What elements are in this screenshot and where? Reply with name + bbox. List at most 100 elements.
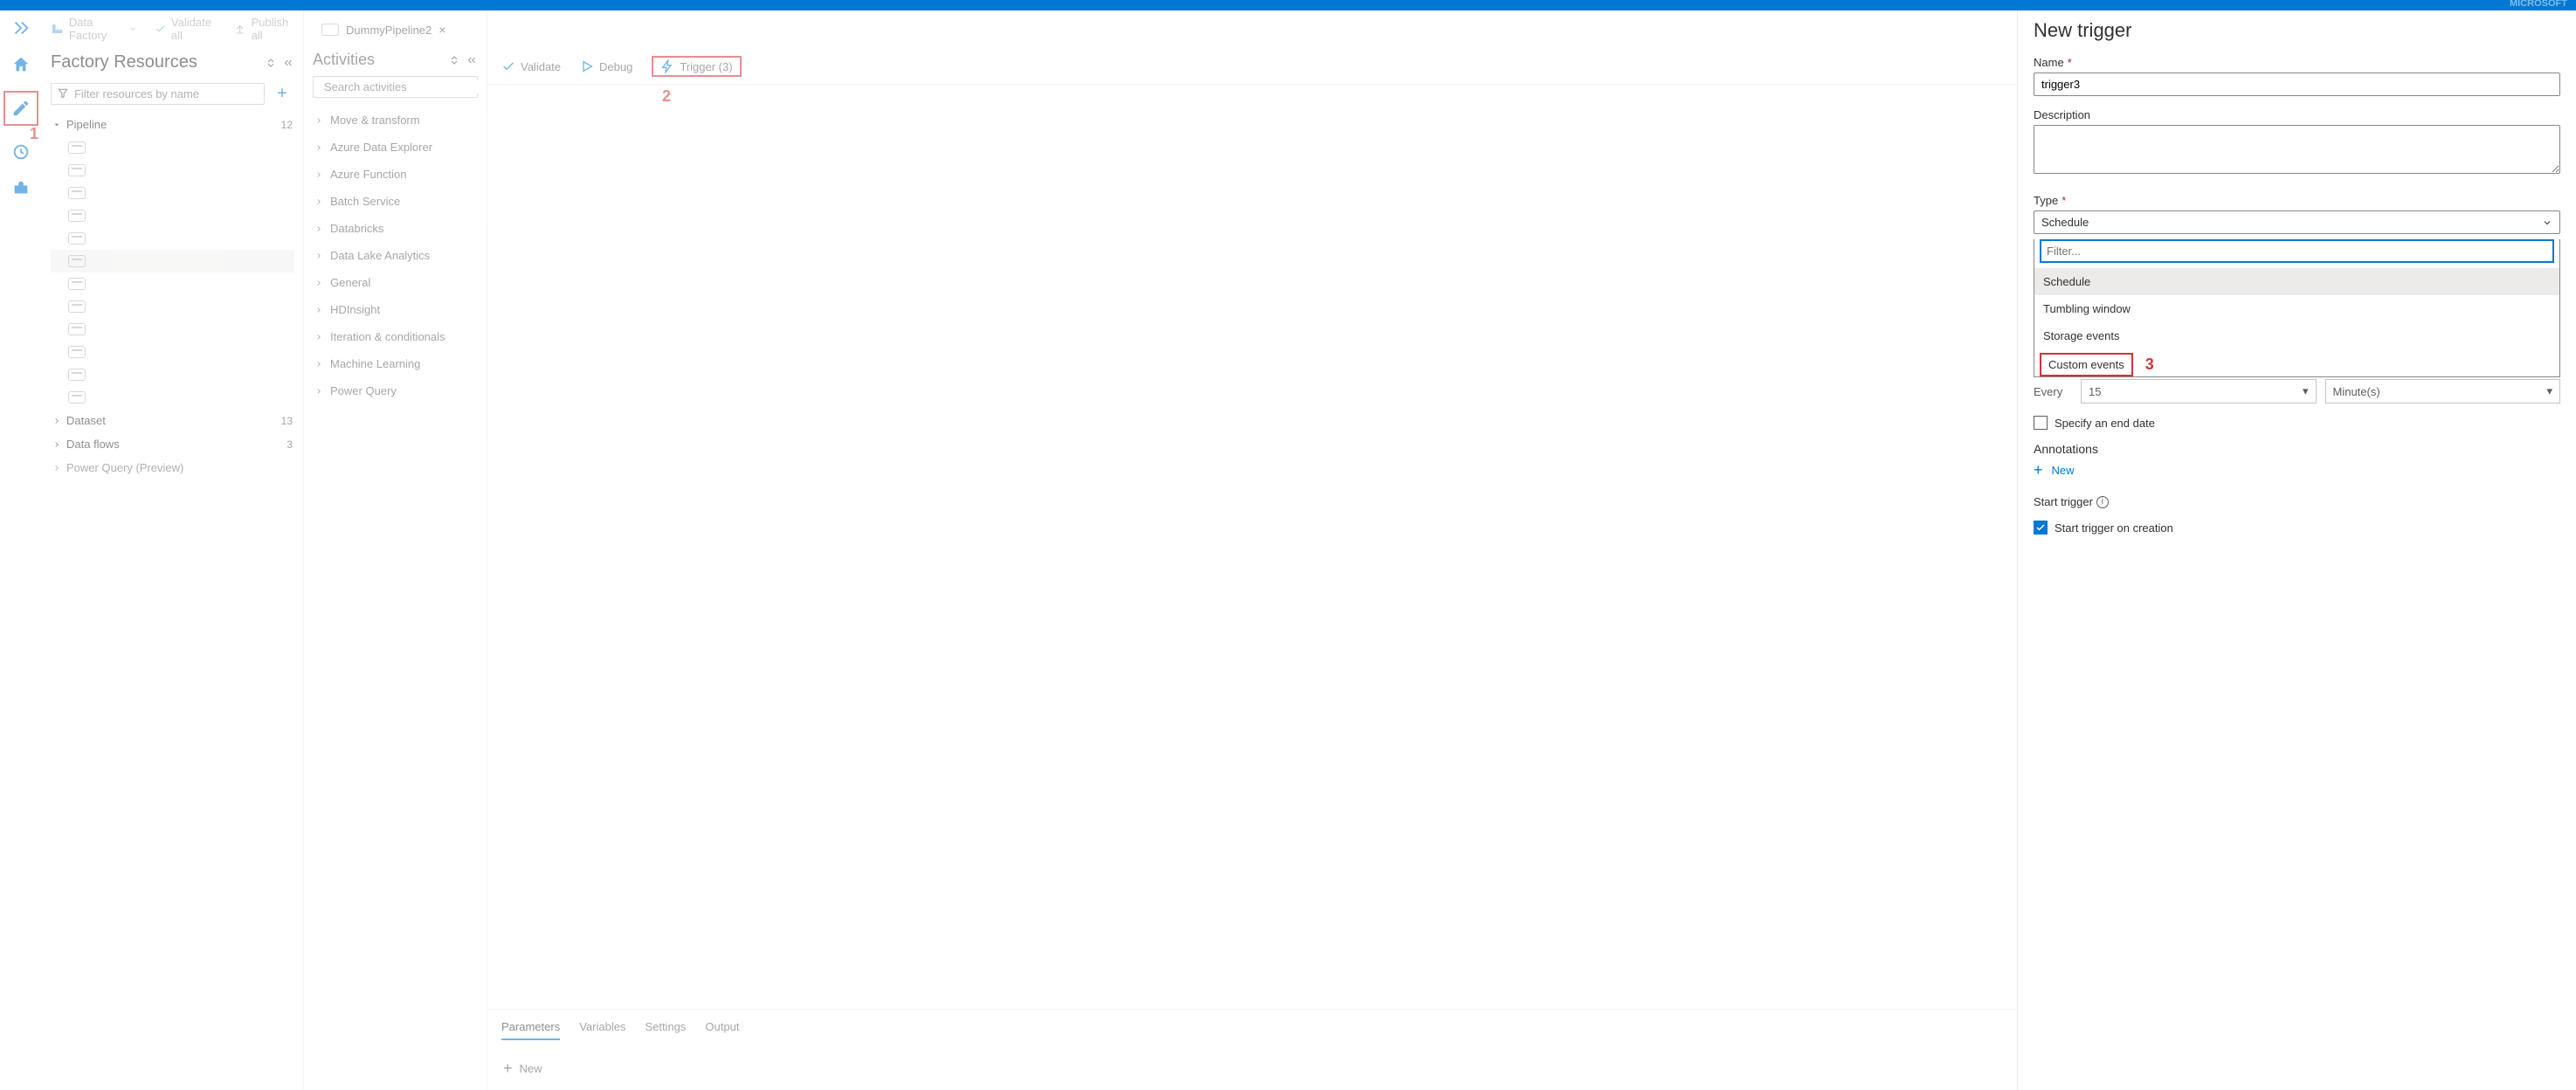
dataset-tree-head[interactable]: Dataset 13 <box>51 409 294 432</box>
tab-parameters[interactable]: Parameters <box>501 1020 560 1040</box>
every-value-input[interactable]: 15▾ <box>2081 379 2317 404</box>
every-label: Every <box>2034 385 2072 398</box>
new-annotation-button[interactable]: +New <box>2034 461 2560 479</box>
tab-close-button[interactable]: × <box>439 23 445 37</box>
dropdown-item-tumbling[interactable]: Tumbling window <box>2034 295 2559 322</box>
info-icon[interactable]: i <box>2096 496 2109 508</box>
collapse-updown-icon[interactable] <box>265 57 277 69</box>
pipeline-icon <box>68 255 86 267</box>
activity-label: Azure Function <box>330 168 406 181</box>
list-item[interactable] <box>51 272 294 295</box>
new-trigger-pane: New trigger Name* Description Type* Sche… <box>2017 10 2576 1090</box>
tab-variables[interactable]: Variables <box>579 1020 625 1040</box>
list-item[interactable] <box>51 341 294 363</box>
chevron-down-icon: ▾ <box>2546 384 2552 398</box>
list-item[interactable] <box>51 159 294 182</box>
breadcrumb-label: Data Factory <box>69 16 123 42</box>
pipeline-tab[interactable]: DummyPipeline2 × <box>313 19 454 40</box>
powerquery-tree-head[interactable]: Power Query (Preview) <box>51 456 294 479</box>
breadcrumb[interactable]: Data Factory <box>51 16 137 42</box>
activity-group[interactable]: Azure Data Explorer <box>313 134 478 161</box>
activity-group[interactable]: Batch Service <box>313 188 478 215</box>
home-icon[interactable] <box>10 54 31 75</box>
add-resource-button[interactable]: + <box>270 81 294 106</box>
activity-group[interactable]: Machine Learning <box>313 350 478 377</box>
activity-label: Azure Data Explorer <box>330 141 432 154</box>
trigger-name-input[interactable] <box>2034 72 2560 96</box>
dataflows-tree-head[interactable]: Data flows 3 <box>51 432 294 456</box>
list-item[interactable] <box>51 182 294 204</box>
dataset-label: Dataset <box>66 414 106 427</box>
dropdown-filter-input[interactable] <box>2040 239 2554 263</box>
filter-icon <box>57 87 69 100</box>
list-item[interactable] <box>51 318 294 341</box>
activity-group[interactable]: Move & transform <box>313 107 478 134</box>
activity-label: Iteration & conditionals <box>330 330 445 343</box>
activity-label: HDInsight <box>330 303 380 316</box>
list-item[interactable] <box>51 363 294 386</box>
dataflows-label: Data flows <box>66 438 120 451</box>
every-unit-select[interactable]: Minute(s)▾ <box>2325 379 2561 404</box>
list-item[interactable] <box>51 204 294 227</box>
activity-group[interactable]: Iteration & conditionals <box>313 323 478 350</box>
tab-settings[interactable]: Settings <box>645 1020 686 1040</box>
activity-group[interactable]: Azure Function <box>313 161 478 188</box>
pipeline-icon <box>68 346 86 358</box>
list-item[interactable] <box>51 136 294 159</box>
caret-right-icon <box>314 279 323 287</box>
activity-group[interactable]: HDInsight <box>313 296 478 323</box>
list-item[interactable] <box>51 295 294 318</box>
new-parameter-button[interactable]: +New <box>501 1047 2003 1090</box>
activity-group[interactable]: Power Query <box>313 377 478 404</box>
debug-button[interactable]: Debug <box>580 59 632 73</box>
pipeline-icon <box>68 164 86 176</box>
dropdown-item-schedule[interactable]: Schedule <box>2034 268 2559 295</box>
new-label: New <box>520 1062 542 1075</box>
pencil-icon[interactable] <box>10 98 31 119</box>
caret-down-icon <box>52 121 61 129</box>
tab-output[interactable]: Output <box>705 1020 739 1040</box>
activity-label: Databricks <box>330 222 383 235</box>
collapse-updown-icon[interactable] <box>448 54 460 66</box>
publish-all-button[interactable]: Publish all <box>234 16 294 42</box>
list-item[interactable] <box>51 250 294 272</box>
pipeline-icon <box>68 187 86 199</box>
start-trigger-label: Start trigger <box>2034 495 2093 508</box>
callout-2: 2 <box>662 87 671 106</box>
trigger-button[interactable]: Trigger (3) <box>660 59 732 73</box>
pipeline-tree-head[interactable]: Pipeline 12 <box>51 113 294 136</box>
pipeline-icon <box>68 278 86 290</box>
toolbox-icon[interactable] <box>10 178 31 199</box>
name-label: Name <box>2034 56 2064 69</box>
type-select[interactable]: Schedule <box>2034 210 2560 234</box>
activity-label: Data Lake Analytics <box>330 249 430 262</box>
search-activities-input[interactable] <box>313 76 478 98</box>
filter-resources-input[interactable] <box>51 83 265 105</box>
caret-right-icon <box>314 360 323 369</box>
dropdown-item-storage[interactable]: Storage events <box>2034 322 2559 349</box>
validate-all-button[interactable]: Validate all <box>155 16 218 42</box>
trigger-description-input[interactable] <box>2034 125 2560 174</box>
list-item[interactable] <box>51 386 294 409</box>
validate-button[interactable]: Validate <box>501 59 561 73</box>
activity-label: Machine Learning <box>330 357 420 370</box>
dataflows-count: 3 <box>287 438 293 451</box>
required-mark: * <box>2068 56 2072 69</box>
monitor-icon[interactable] <box>10 141 31 162</box>
publish-all-label: Publish all <box>252 16 294 42</box>
collapse-left-icon[interactable] <box>466 54 478 66</box>
collapse-left-icon[interactable] <box>282 57 294 69</box>
top-toolbar: Data Factory Validate all Publish all <box>42 10 303 47</box>
validate-all-label: Validate all <box>171 16 217 42</box>
stepper-icon[interactable]: ▾ <box>2303 384 2309 398</box>
activity-group[interactable]: Data Lake Analytics <box>313 242 478 269</box>
caret-right-icon <box>314 143 323 152</box>
end-date-checkbox[interactable] <box>2034 416 2048 430</box>
activity-group[interactable]: General <box>313 269 478 296</box>
activity-group[interactable]: Databricks <box>313 215 478 242</box>
canvas-area: Validate Debug Trigger (3) 2 Parameters … <box>487 10 2017 1090</box>
list-item[interactable] <box>51 227 294 250</box>
dropdown-item-custom[interactable]: Custom events <box>2040 353 2133 376</box>
expand-icon[interactable] <box>10 17 31 38</box>
start-on-creation-checkbox[interactable] <box>2034 521 2048 535</box>
